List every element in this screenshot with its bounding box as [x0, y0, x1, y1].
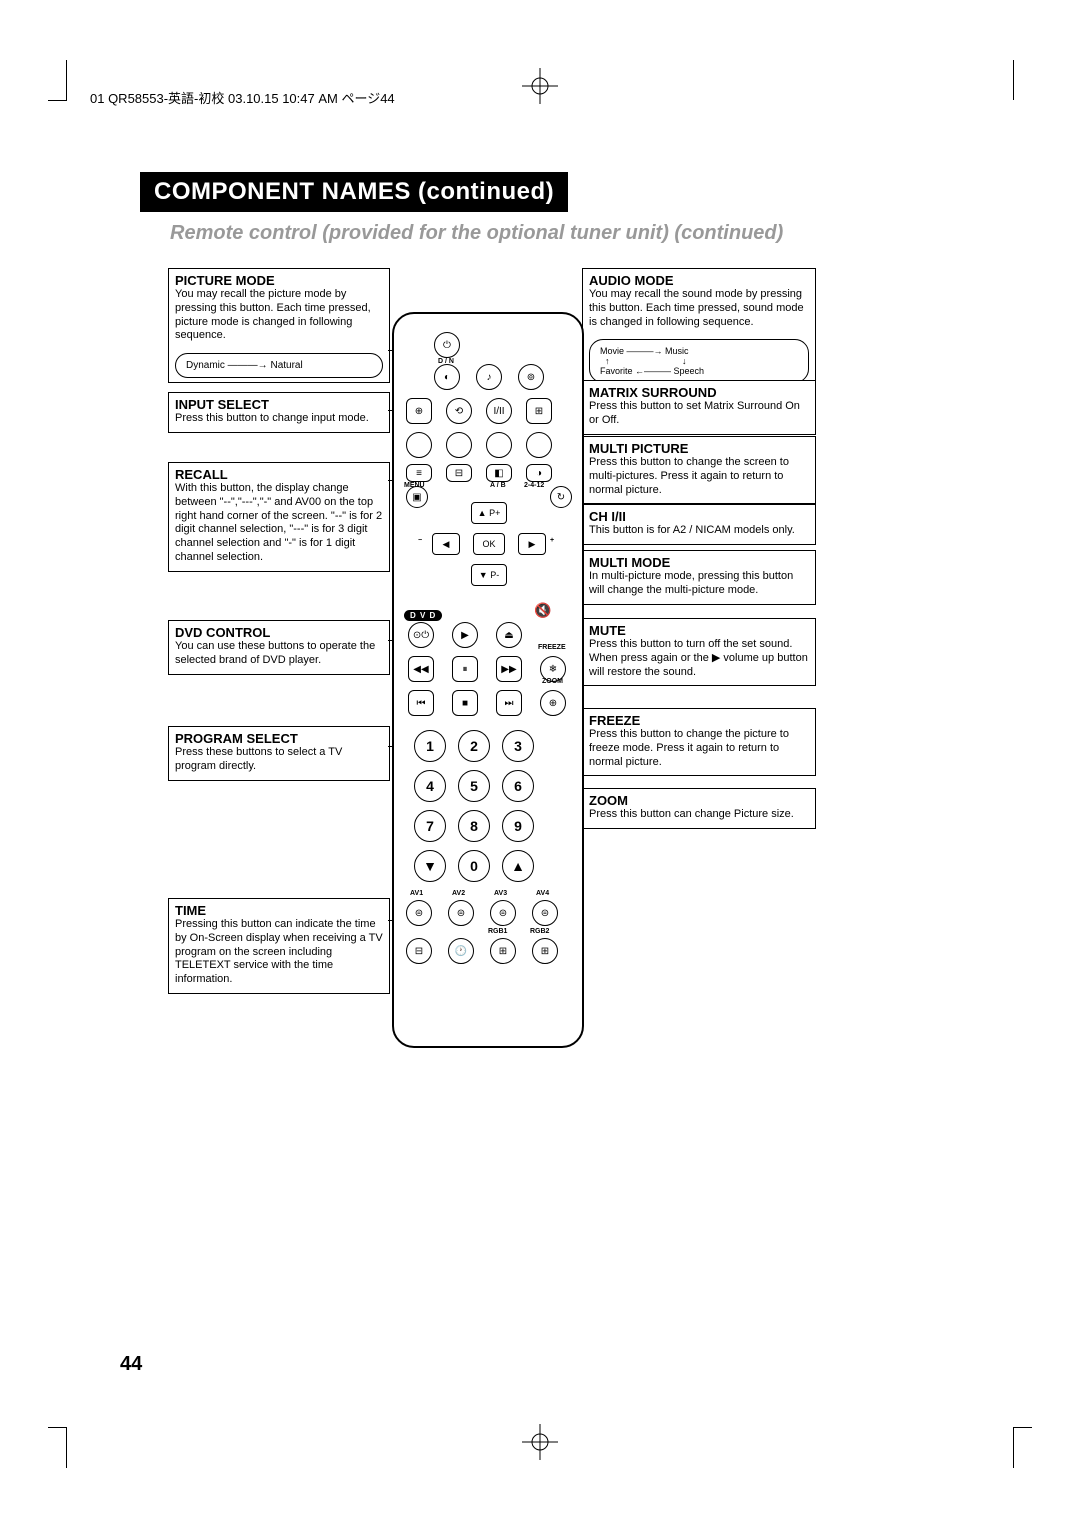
digit-8: 8	[458, 810, 490, 842]
section-title: COMPONENT NAMES (continued)	[140, 172, 568, 212]
ch-up: ▲	[502, 850, 534, 882]
callout-input-select: INPUT SELECT Press this button to change…	[168, 392, 390, 433]
digit-0: 0	[458, 850, 490, 882]
av4-button: ⊜	[532, 900, 558, 926]
matrix-surround-button: ⊚	[518, 364, 544, 390]
registration-mark-top	[522, 68, 558, 104]
registration-mark-bottom	[522, 1424, 558, 1460]
digit-9: 9	[502, 810, 534, 842]
rgb1-label: RGB1	[488, 928, 507, 935]
nav-cluster: ▲ P+ ▼ P- ◀ ▶ OK − +	[428, 502, 548, 584]
audio-mode-button: ♪	[476, 364, 502, 390]
callout-multi-picture: MULTI PICTURE Press this button to chang…	[582, 436, 816, 504]
digit-mode-button: ◑	[526, 464, 552, 482]
callout-body: You may recall the picture mode by press…	[169, 288, 389, 349]
dvd-stop: ■	[452, 690, 478, 716]
digit-5: 5	[458, 770, 490, 802]
sequence-box: Movie ———→ Music ↑ ↓ Favorite ←——— Speec…	[589, 339, 809, 383]
crop-mark-br	[1013, 1427, 1032, 1468]
digit-4: 4	[414, 770, 446, 802]
rgb2-label: RGB2	[530, 928, 549, 935]
multi-picture-button: ⊞	[526, 398, 552, 424]
callout-dvd-control: DVD CONTROL You can use these buttons to…	[168, 620, 390, 675]
sequence-box: Dynamic ———→ Natural	[175, 353, 383, 378]
dvd-power: ⊙⏻	[408, 622, 434, 648]
blank-button	[486, 432, 512, 458]
ch-down: ▼	[414, 850, 446, 882]
av4-label: AV4	[536, 890, 549, 897]
dvd-rew: ◀◀	[408, 656, 434, 682]
dvd-label: D V D	[404, 610, 442, 621]
dvd-open: ⏏	[496, 622, 522, 648]
dn-button: ◐	[434, 364, 460, 390]
av3-label: AV3	[494, 890, 507, 897]
multi-mode-button: ↻	[550, 486, 572, 508]
callout-recall: RECALL With this button, the display cha…	[168, 462, 390, 572]
nav-left: ◀	[432, 533, 460, 555]
recall-button: ⟲	[446, 398, 472, 424]
2412-label: 2-4-12	[524, 482, 544, 489]
blank-button	[526, 432, 552, 458]
callout-ch: CH I/II This button is for A2 / NICAM mo…	[582, 504, 816, 545]
teletext-button: ⊟	[406, 938, 432, 964]
teletext-button: ⊟	[446, 464, 472, 482]
crop-mark-tr	[1013, 60, 1032, 100]
blank-button	[406, 432, 432, 458]
teletext-button: ≡	[406, 464, 432, 482]
nav-down: ▼ P-	[471, 564, 507, 586]
freeze-label: FREEZE	[538, 644, 566, 651]
callout-freeze: FREEZE Press this button to change the p…	[582, 708, 816, 776]
callout-mute: MUTE Press this button to turn off the s…	[582, 618, 816, 686]
av3-button: ⊜	[490, 900, 516, 926]
digit-6: 6	[502, 770, 534, 802]
callout-program-select: PROGRAM SELECT Press these buttons to se…	[168, 726, 390, 781]
dvd-next: ⏭	[496, 690, 522, 716]
rgb1-button: ⊞	[490, 938, 516, 964]
page-number: 44	[120, 1353, 142, 1376]
callout-zoom: ZOOM Press this button can change Pictur…	[582, 788, 816, 829]
menu-button: ▣	[406, 486, 428, 508]
nav-ok: OK	[473, 533, 505, 555]
section-subtitle: Remote control (provided for the optiona…	[170, 222, 783, 245]
av2-button: ⊜	[448, 900, 474, 926]
ab-label: A / B	[490, 482, 506, 489]
header-slug: 01 QR58553-英語-初校 03.10.15 10:47 AM ページ44	[90, 88, 395, 107]
remote-control-diagram: ⏻ D / N ◐ ♪ ⊚ ⊕ ⟲ I/II ⊞ ≡ ⊟ ◧ ◑ MENU A …	[392, 312, 584, 1048]
dvd-pause: ⏸	[452, 656, 478, 682]
dvd-play: ▶	[452, 622, 478, 648]
time-button: 🕐	[448, 938, 474, 964]
av1-label: AV1	[410, 890, 423, 897]
digit-1: 1	[414, 730, 446, 762]
nav-right: ▶	[518, 533, 546, 555]
zoom-button: ⊕	[540, 690, 566, 716]
mute-icon: 🔇	[534, 602, 551, 619]
input-select-button: ⊕	[406, 398, 432, 424]
digit-3: 3	[502, 730, 534, 762]
callout-matrix-surround: MATRIX SURROUND Press this button to set…	[582, 380, 816, 435]
digit-2: 2	[458, 730, 490, 762]
zoom-label: ZOOM	[542, 678, 563, 685]
nav-up: ▲ P+	[471, 502, 507, 524]
crop-mark-tl	[48, 60, 67, 101]
crop-mark-bl	[48, 1427, 67, 1468]
blank-button	[446, 432, 472, 458]
dvd-prev: ⏮	[408, 690, 434, 716]
callout-multi-mode: MULTI MODE In multi-picture mode, pressi…	[582, 550, 816, 605]
callout-title: PICTURE MODE	[169, 269, 389, 288]
av1-button: ⊜	[406, 900, 432, 926]
callout-audio-mode: AUDIO MODE You may recall the sound mode…	[582, 268, 816, 388]
ch-button: I/II	[486, 398, 512, 424]
dvd-ff: ▶▶	[496, 656, 522, 682]
ab-button: ◧	[486, 464, 512, 482]
callout-picture-mode: PICTURE MODE You may recall the picture …	[168, 268, 390, 383]
rgb2-button: ⊞	[532, 938, 558, 964]
power-button: ⏻	[434, 332, 460, 358]
callout-time: TIME Pressing this button can indicate t…	[168, 898, 390, 994]
digit-7: 7	[414, 810, 446, 842]
av2-label: AV2	[452, 890, 465, 897]
